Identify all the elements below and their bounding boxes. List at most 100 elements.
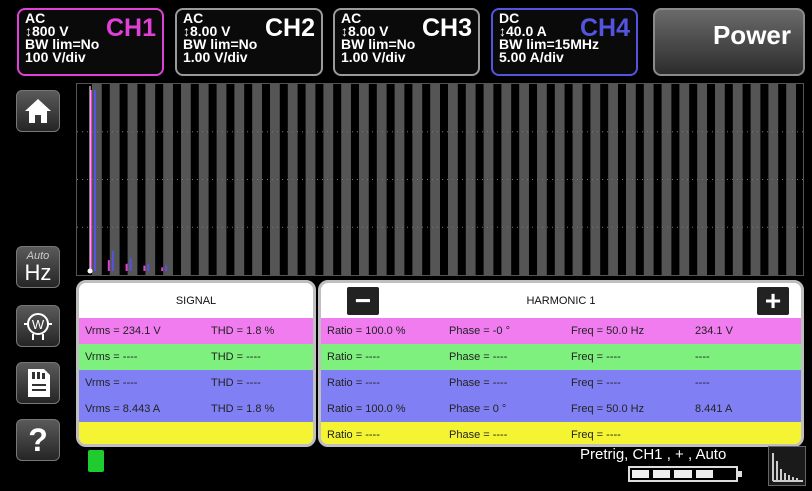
vrms-value: Vrms = 8.443 A — [85, 403, 161, 415]
ch1-harmonic-bar — [107, 260, 110, 271]
signal-row: Vrms = ---- THD = ---- — [79, 370, 313, 396]
ratio-value: Ratio = ---- — [327, 377, 380, 389]
ch1-scale: 100 V/div — [25, 49, 86, 65]
ch1-harmonic-bar — [161, 267, 164, 271]
harmonic-slot — [163, 84, 173, 275]
harmonic-slot — [216, 84, 227, 275]
channel-3-tab[interactable]: AC ↕8.00 V BW lim=No 1.00 V/div CH3 — [333, 8, 480, 76]
ch4-harmonic-bar — [129, 258, 132, 271]
ch1-harmonic-bar — [143, 265, 146, 271]
ratio-value: Ratio = 100.0 % — [327, 325, 406, 337]
phase-value: Phase = -0 ° — [449, 325, 510, 337]
ch4-harmonic-bar — [165, 265, 168, 271]
auto-hz-button[interactable]: Auto Hz — [16, 246, 60, 288]
harmonic-slot — [323, 84, 334, 275]
phase-value: Phase = 0 ° — [449, 403, 507, 415]
cursor-dot — [87, 268, 93, 274]
ratio-value: Ratio = ---- — [327, 351, 380, 363]
home-button[interactable] — [16, 90, 60, 132]
harmonic-slot — [661, 84, 672, 275]
harmonic-row: Ratio = ---- Phase = ---- Freq = ---- ---- — [321, 344, 801, 370]
amplitude-value: 8.441 A — [695, 403, 733, 415]
battery-segment — [632, 470, 650, 478]
ch3-label: CH3 — [421, 14, 472, 42]
harmonic-slot — [715, 84, 725, 275]
vrms-value: Vrms = ---- — [85, 351, 138, 363]
ch4-scale: 5.00 A/div — [499, 49, 564, 65]
thd-value: THD = ---- — [211, 377, 261, 389]
phase-value: Phase = ---- — [449, 351, 508, 363]
battery-segment — [695, 470, 713, 478]
vrms-value: Vrms = ---- — [85, 377, 138, 389]
thd-value: THD = 1.8 % — [211, 403, 275, 415]
harmonic-slot — [554, 84, 565, 275]
signal-row: Vrms = 8.443 A THD = 1.8 % — [79, 396, 313, 422]
power-button[interactable]: Power — [653, 8, 805, 76]
amplitude-value: 234.1 V — [695, 325, 733, 337]
thd-value: THD = ---- — [211, 351, 261, 363]
wattmeter-button[interactable]: W — [16, 305, 60, 347]
next-harmonic-button[interactable]: + — [757, 287, 789, 315]
home-icon — [25, 99, 51, 123]
channel-4-tab[interactable]: DC ↕40.0 A BW lim=15MHz 5.00 A/div CH4 — [491, 8, 638, 76]
signal-panel: SIGNAL Vrms = 234.1 V THD = 1.8 % Vrms = -… — [76, 280, 316, 447]
channel-2-tab[interactable]: AC ↕8.00 V BW lim=No 1.00 V/div CH2 — [175, 8, 323, 76]
ch1-label: CH1 — [105, 14, 156, 42]
ch2-scale: 1.00 V/div — [183, 49, 248, 65]
ratio-value: Ratio = 100.0 % — [327, 403, 406, 415]
phase-value: Phase = ---- — [449, 377, 508, 389]
harmonic-slot — [483, 84, 494, 275]
harmonic-slot — [92, 84, 102, 275]
battery-segment — [674, 470, 692, 478]
harmonic-slot — [537, 84, 547, 275]
harmonic-slot — [590, 84, 601, 275]
signal-title: SIGNAL — [175, 294, 217, 307]
svg-text:W: W — [32, 317, 45, 332]
ch3-scale: 1.00 V/div — [341, 49, 406, 65]
ch4-harmonic-bar — [94, 90, 96, 271]
hz-label: Hz — [24, 259, 52, 285]
previous-harmonic-button[interactable]: − — [347, 287, 379, 315]
harmonic-slot — [376, 84, 387, 275]
harmonic-slot — [109, 84, 120, 275]
help-button[interactable]: ? — [16, 419, 60, 461]
battery-segment — [653, 470, 671, 478]
harmonic-slot — [608, 84, 618, 275]
phase-value: Phase = ---- — [449, 429, 508, 441]
harmonic-row: Ratio = 100.0 % Phase = -0 ° Freq = 50.0 H… — [321, 318, 801, 344]
harmonic-row: Ratio = ---- Phase = ---- Freq = ---- — [321, 422, 801, 444]
sd-card-icon — [88, 450, 104, 472]
freq-value: Freq = ---- — [571, 429, 621, 441]
signal-row: Vrms = 234.1 V THD = 1.8 % — [79, 318, 313, 344]
harmonic-panel: − HARMONIC 1 + Ratio = 100.0 % Phase = -0… — [318, 280, 804, 447]
harmonic-slot — [430, 84, 440, 275]
ch2-label: CH2 — [264, 14, 315, 42]
memory-button[interactable] — [16, 362, 60, 404]
channel-1-tab[interactable]: AC ↕800 V BW lim=No 100 V/div CH1 — [17, 8, 164, 76]
ch4-harmonic-bar — [147, 263, 150, 271]
harmonic-row: Ratio = 100.0 % Phase = 0 ° Freq = 50.0 Hz… — [321, 396, 801, 422]
battery-segment — [717, 470, 734, 478]
harmonic-slot — [145, 84, 156, 275]
signal-row: Vrms = ---- THD = ---- — [79, 344, 313, 370]
harmonic-spectrum-plot — [76, 83, 804, 276]
oscilloscope-screen: AC ↕800 V BW lim=No 100 V/div CH1 AC ↕8.… — [0, 0, 812, 491]
freq-value: Freq = ---- — [571, 351, 621, 363]
freq-value: Freq = 50.0 Hz — [571, 403, 645, 415]
amplitude-value: ---- — [695, 377, 710, 389]
harmonic-slot — [768, 84, 779, 275]
ch4-label: CH4 — [579, 14, 630, 42]
harmonic-title: HARMONIC 1 — [526, 294, 596, 307]
vrms-value: Vrms = 234.1 V — [85, 325, 161, 337]
harmonic-slot — [270, 84, 280, 275]
freq-value: Freq = ---- — [571, 377, 621, 389]
signal-row — [79, 422, 313, 444]
ch4-harmonic-bar — [111, 251, 114, 271]
spectrum-mode-button[interactable] — [768, 446, 806, 486]
thd-value: THD = 1.8 % — [211, 325, 275, 337]
battery-indicator — [628, 466, 742, 482]
spectrum-icon — [772, 453, 803, 482]
amplitude-value: ---- — [695, 351, 710, 363]
harmonic-row: Ratio = ---- Phase = ---- Freq = ---- ---- — [321, 370, 801, 396]
freq-value: Freq = 50.0 Hz — [571, 325, 645, 337]
